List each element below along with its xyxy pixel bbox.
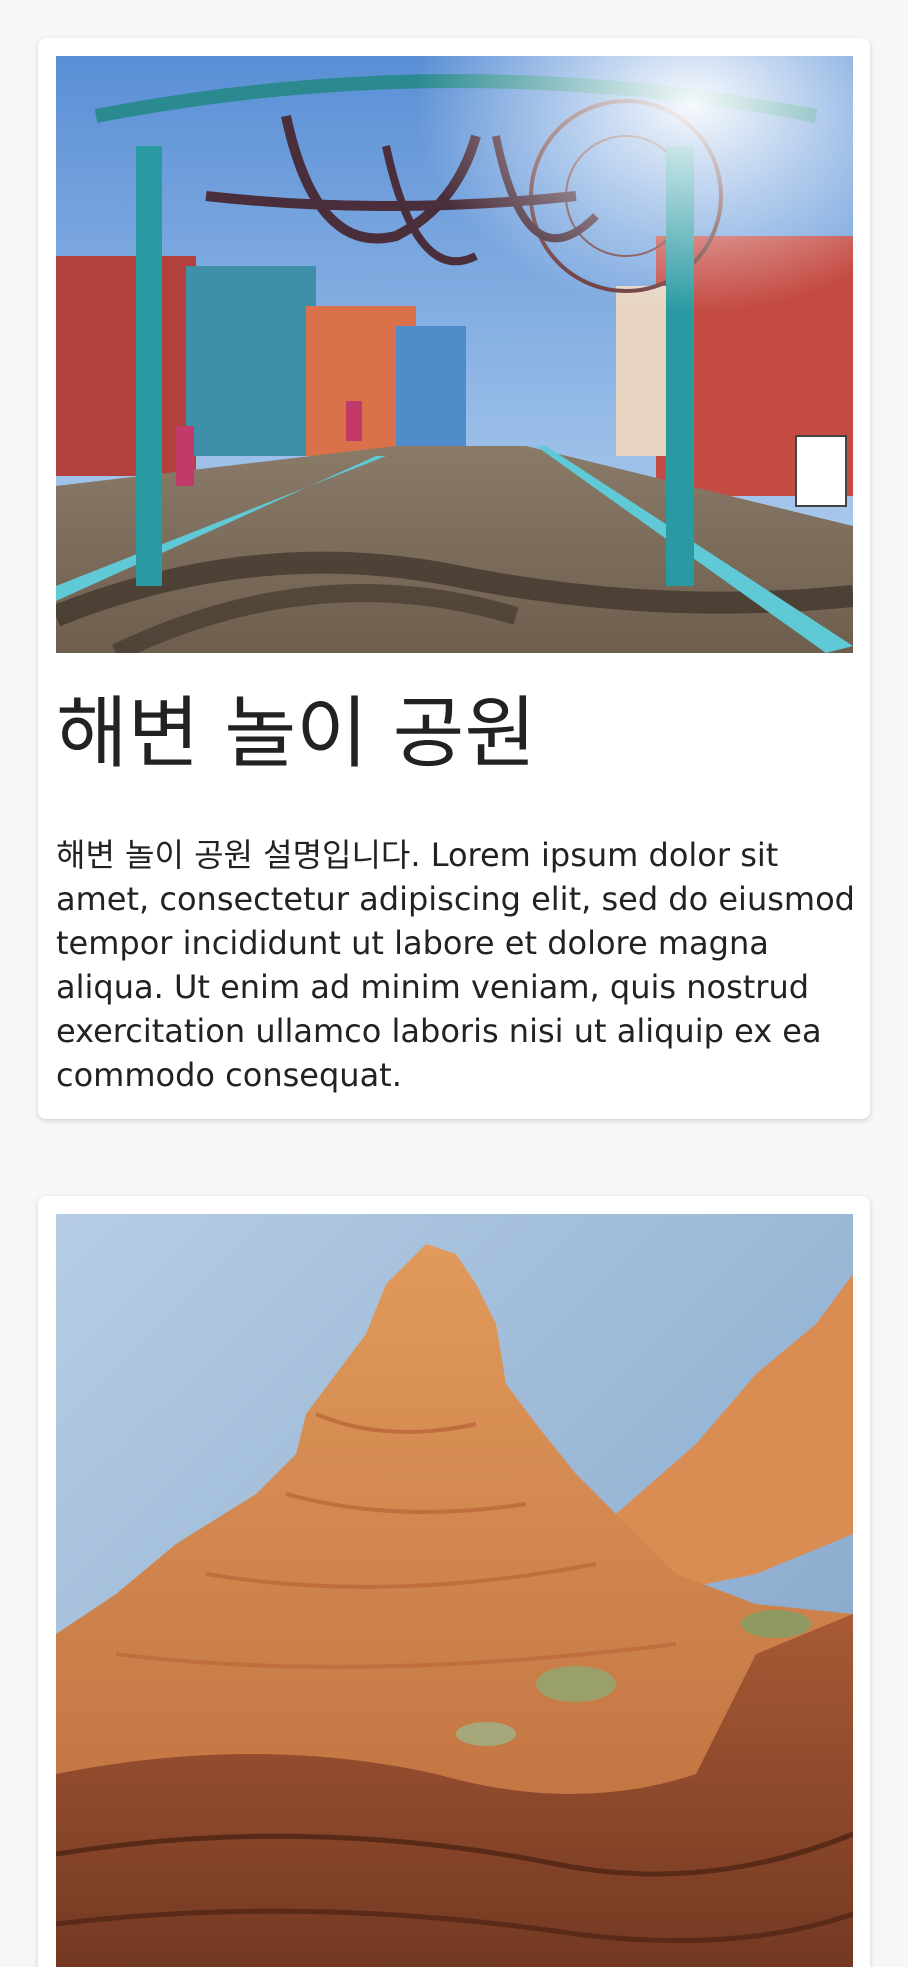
card-photo bbox=[56, 1214, 853, 1967]
rock-photo-illustration bbox=[56, 1214, 853, 1967]
card-title: 해변 놀이 공원 bbox=[56, 689, 537, 779]
pier-photo-illustration bbox=[56, 56, 853, 653]
card-description: 해변 놀이 공원 설명입니다. Lorem ipsum dolor sit am… bbox=[56, 836, 855, 1094]
place-card[interactable] bbox=[38, 1196, 870, 1967]
card-photo bbox=[56, 56, 853, 653]
place-card[interactable]: 해변 놀이 공원 해변 놀이 공원 설명입니다. Lorem ipsum dol… bbox=[38, 38, 870, 1119]
card-feed: 해변 놀이 공원 해변 놀이 공원 설명입니다. Lorem ipsum dol… bbox=[0, 0, 908, 1967]
